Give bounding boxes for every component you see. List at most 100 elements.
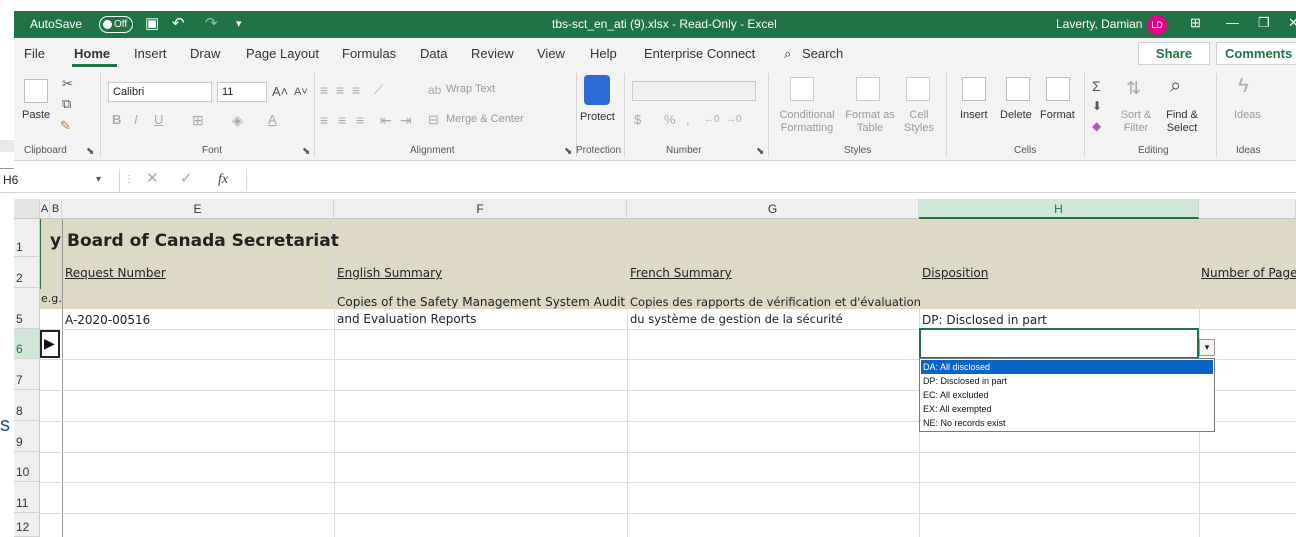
decrease-decimal-icon[interactable]: →0 xyxy=(726,111,742,129)
fill-icon[interactable]: ⬇ xyxy=(1092,97,1102,115)
save-icon[interactable]: ▣ xyxy=(145,15,159,33)
header-request-number[interactable]: Request Number xyxy=(65,266,166,280)
format-cells-icon[interactable] xyxy=(1046,77,1070,101)
user-name[interactable]: Laverty, Damian xyxy=(1056,17,1142,31)
example-french-summary-line1[interactable]: Copies des rapports de vérification et d… xyxy=(630,295,921,309)
tab-enterprise-connect[interactable]: Enterprise Connect xyxy=(644,46,755,61)
font-launcher-icon[interactable]: ⬊ xyxy=(302,143,310,161)
cell-styles-button[interactable]: Cell Styles xyxy=(902,109,936,135)
tab-help[interactable]: Help xyxy=(590,46,617,61)
sheet-title[interactable]: y Board of Canada Secretariat xyxy=(50,231,339,251)
row-header-9[interactable]: 9 xyxy=(14,421,40,452)
close-icon[interactable]: ✕ xyxy=(1288,15,1296,31)
align-center-icon[interactable]: ≡ xyxy=(338,111,346,129)
alignment-launcher-icon[interactable]: ⬊ xyxy=(564,143,572,161)
example-english-summary-line2[interactable]: and Evaluation Reports xyxy=(337,312,477,326)
cut-icon[interactable]: ✂ xyxy=(62,75,73,93)
comments-button[interactable]: Comments xyxy=(1216,42,1296,65)
format-cells-button[interactable]: Format xyxy=(1040,109,1075,121)
wrap-text-button[interactable]: Wrap Text xyxy=(446,83,495,95)
format-painter-icon[interactable]: ✎ xyxy=(60,117,71,135)
undo-icon[interactable]: ↶ xyxy=(172,15,185,33)
row-6-cell-b[interactable]: ▶ xyxy=(40,330,60,358)
column-header-h[interactable]: H xyxy=(919,199,1199,219)
row-header-5[interactable]: 5 xyxy=(14,288,40,329)
conditional-formatting-icon[interactable] xyxy=(790,77,814,101)
merge-center-button[interactable]: Merge & Center xyxy=(446,113,524,125)
italic-icon[interactable]: I xyxy=(134,111,138,129)
tab-page-layout[interactable]: Page Layout xyxy=(246,46,319,61)
clipboard-launcher-icon[interactable]: ⬊ xyxy=(86,143,94,161)
clear-icon[interactable]: ◆ xyxy=(1092,117,1101,135)
increase-indent-icon[interactable]: ⇥ xyxy=(400,111,412,129)
cell-styles-icon[interactable] xyxy=(906,77,930,101)
format-as-table-icon[interactable] xyxy=(856,77,880,101)
redo-icon[interactable]: ↷ xyxy=(205,15,218,33)
protect-button[interactable]: Protect xyxy=(580,111,615,123)
row-header-2[interactable]: 2 xyxy=(14,257,40,288)
ribbon-display-options-icon[interactable]: ⊞ xyxy=(1190,15,1201,31)
tab-data[interactable]: Data xyxy=(420,46,447,61)
lock-icon[interactable] xyxy=(584,75,610,105)
column-header-i[interactable] xyxy=(1199,199,1296,219)
minimize-icon[interactable]: — xyxy=(1226,15,1239,30)
tab-draw[interactable]: Draw xyxy=(190,46,220,61)
search-icon[interactable]: ⌕ xyxy=(784,46,791,62)
delete-cells-icon[interactable] xyxy=(1006,77,1030,101)
example-english-summary-line1[interactable]: Copies of the Safety Management System A… xyxy=(337,295,625,309)
decrease-font-icon[interactable]: A˅ xyxy=(294,83,308,101)
paste-icon[interactable] xyxy=(24,79,48,103)
percent-icon[interactable]: % xyxy=(664,111,676,129)
dropdown-arrow-icon[interactable]: ▾ xyxy=(1199,339,1215,356)
tab-review[interactable]: Review xyxy=(471,46,514,61)
orientation-icon[interactable]: ⟋ xyxy=(374,81,383,99)
delete-cells-button[interactable]: Delete xyxy=(1000,109,1032,121)
ideas-button[interactable]: Ideas xyxy=(1234,109,1261,121)
search-box[interactable]: Search xyxy=(802,46,843,61)
dropdown-option-ne[interactable]: NE: No records exist xyxy=(921,416,1213,430)
row-header-11[interactable]: 11 xyxy=(14,482,40,513)
autosum-icon[interactable]: Σ xyxy=(1092,77,1101,95)
align-left-icon[interactable]: ≡ xyxy=(320,111,328,129)
formula-input[interactable] xyxy=(246,170,1294,191)
customize-qat-icon[interactable]: ▾ xyxy=(236,15,242,33)
autosave-toggle[interactable]: Off xyxy=(99,16,133,33)
restore-icon[interactable]: ❐ xyxy=(1258,15,1270,31)
merge-center-icon[interactable]: ⊟ xyxy=(428,111,439,129)
increase-font-icon[interactable]: A˄ xyxy=(272,83,288,101)
wrap-text-icon[interactable]: ab xyxy=(428,81,441,99)
number-launcher-icon[interactable]: ⬊ xyxy=(756,143,764,161)
increase-decimal-icon[interactable]: ←0 xyxy=(704,111,720,129)
name-box[interactable]: H6 xyxy=(0,169,120,192)
tab-insert[interactable]: Insert xyxy=(134,46,167,61)
select-all-corner[interactable] xyxy=(14,199,40,219)
row-header-1[interactable]: 1 xyxy=(14,219,40,257)
row-header-7[interactable]: 7 xyxy=(14,359,40,390)
example-request-number[interactable]: A-2020-00516 xyxy=(65,313,150,327)
header-english-summary[interactable]: English Summary xyxy=(337,266,442,280)
name-box-dropdown-icon[interactable]: ▾ xyxy=(96,171,101,189)
column-header-a[interactable]: A xyxy=(40,199,50,219)
sort-filter-icon[interactable]: ⇅ xyxy=(1126,79,1141,97)
currency-icon[interactable]: $ xyxy=(634,111,641,129)
cancel-icon[interactable]: ✕ xyxy=(146,170,159,188)
column-header-e[interactable]: E xyxy=(62,199,334,219)
underline-icon[interactable]: U xyxy=(154,111,163,129)
header-french-summary[interactable]: French Summary xyxy=(630,266,732,280)
row-header-10[interactable]: 10 xyxy=(14,452,40,482)
align-top-icon[interactable]: ≡ xyxy=(320,81,328,99)
paste-button[interactable]: Paste xyxy=(22,109,50,121)
comma-icon[interactable]: , xyxy=(686,111,690,129)
header-number-of-pages[interactable]: Number of Page xyxy=(1201,266,1296,280)
tab-view[interactable]: View xyxy=(537,46,565,61)
share-button[interactable]: Share xyxy=(1138,42,1210,65)
insert-function-icon[interactable]: fx xyxy=(218,172,228,188)
borders-icon[interactable]: ⊞ xyxy=(192,111,204,129)
format-as-table-button[interactable]: Format as Table xyxy=(844,109,896,135)
conditional-formatting-button[interactable]: Conditional Formatting xyxy=(776,109,838,135)
dropdown-option-ex[interactable]: EX: All exempted xyxy=(921,402,1213,416)
font-size-combo[interactable]: 11 xyxy=(217,82,267,102)
insert-cells-icon[interactable] xyxy=(962,77,986,101)
tab-file[interactable]: File xyxy=(24,46,45,61)
dropdown-option-dp[interactable]: DP: Disclosed in part xyxy=(921,374,1213,388)
